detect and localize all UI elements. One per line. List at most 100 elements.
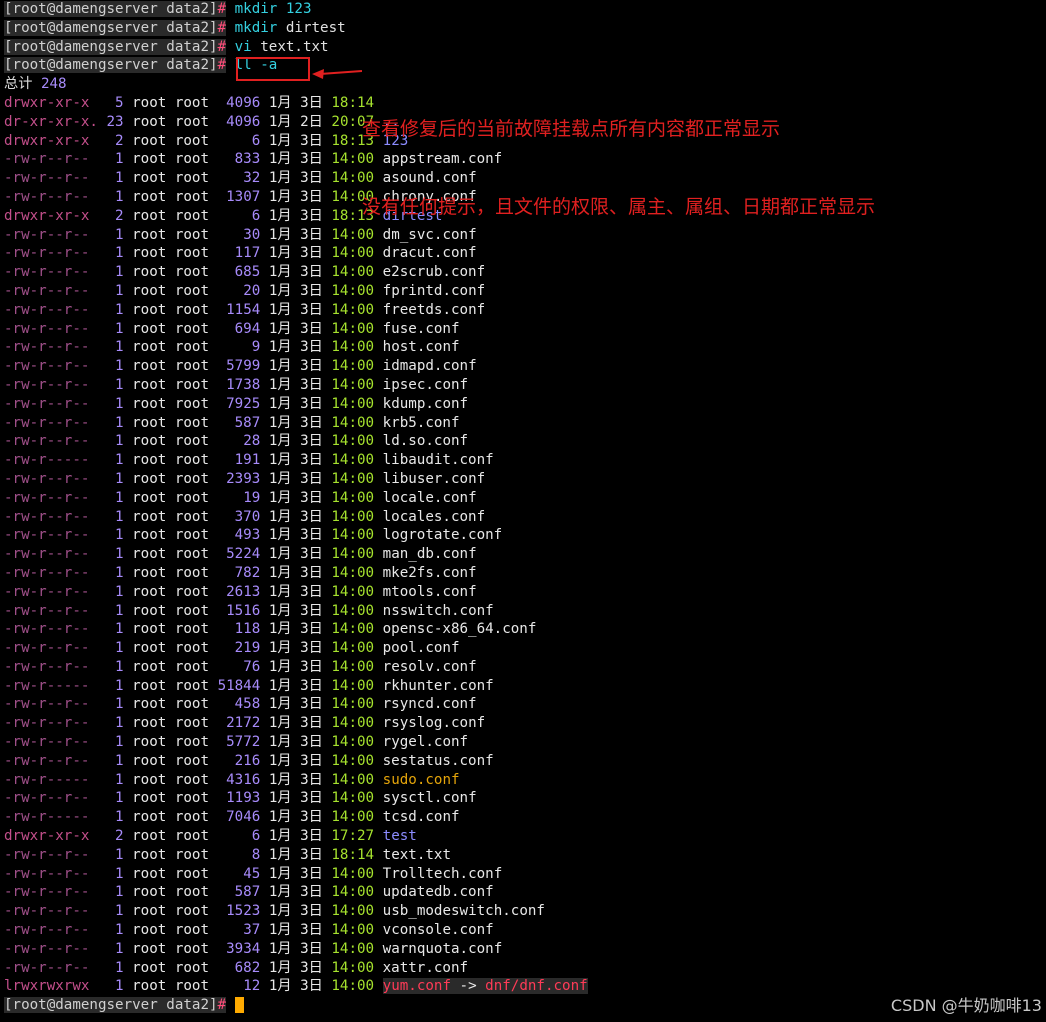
listing-row: -rw-r--r-- 1 root root 219 1月 3日 14:00 p… [4, 639, 1042, 658]
owner-group: root root [132, 809, 210, 826]
listing-row: -rw-r----- 1 root root 7046 1月 3日 14:00 … [4, 808, 1042, 827]
date-day: 3日 [300, 320, 323, 337]
command-name: mkdir [226, 1, 278, 17]
file-name: locale.conf [382, 489, 477, 506]
mod-time: 14:00 [331, 884, 375, 901]
mod-time: 14:00 [331, 734, 375, 751]
total-label: 总计 [4, 76, 33, 93]
owner-group: root root [132, 452, 210, 469]
date-month: 1月 [268, 339, 292, 356]
date-day: 3日 [300, 527, 323, 544]
file-name: locales.conf [382, 508, 486, 525]
owner-group: root root [132, 433, 210, 450]
file-size: 6 [251, 132, 261, 149]
permissions: -rw-r--r-- [4, 602, 90, 619]
prompt-hash: # [217, 38, 227, 55]
date-month: 1月 [268, 884, 292, 901]
listing-row: -rw-r--r-- 1 root root 3934 1月 3日 14:00 … [4, 940, 1042, 959]
file-size: 1154 [226, 301, 261, 318]
owner-group: root root [132, 94, 210, 111]
permissions: -rw-r--r-- [4, 282, 90, 299]
date-day: 3日 [300, 264, 323, 281]
date-month: 1月 [268, 170, 292, 187]
file-name: ipsec.conf [382, 376, 469, 393]
file-size: 51844 [217, 677, 261, 694]
permissions: -rw-r--r-- [4, 884, 90, 901]
owner-group: root root [132, 414, 210, 431]
link-count: 1 [115, 546, 124, 563]
link-count: 2 [115, 207, 124, 224]
file-name: dracut.conf [382, 245, 477, 262]
permissions: -rw-r--r-- [4, 489, 90, 506]
date-day: 3日 [300, 207, 323, 224]
owner-group: root root [132, 734, 210, 751]
file-name: yum.conf [382, 978, 451, 995]
mod-time: 14:00 [331, 414, 375, 431]
file-name: rsyncd.conf [382, 696, 477, 713]
permissions: -rw-r--r-- [4, 865, 90, 882]
link-count: 1 [115, 320, 124, 337]
file-name: fprintd.conf [382, 282, 486, 299]
link-count: 1 [115, 640, 124, 657]
file-name: krb5.conf [382, 414, 460, 431]
date-month: 1月 [268, 940, 292, 957]
date-day: 3日 [300, 846, 323, 863]
file-name: rsyslog.conf [382, 715, 486, 732]
listing-row: -rw-r--r-- 1 root root 45 1月 3日 14:00 Tr… [4, 865, 1042, 884]
mod-time: 14:00 [331, 339, 375, 356]
symlink-arrow: -> [451, 978, 486, 995]
link-count: 1 [115, 884, 124, 901]
listing-row: -rw-r--r-- 1 root root 19 1月 3日 14:00 lo… [4, 489, 1042, 508]
mod-time: 14:00 [331, 564, 375, 581]
owner-group: root root [132, 470, 210, 487]
file-size: 682 [234, 959, 261, 976]
owner-group: root root [132, 771, 210, 788]
listing-row: -rw-r--r-- 1 root root 5772 1月 3日 14:00 … [4, 733, 1042, 752]
mod-time: 14:00 [331, 527, 375, 544]
mod-time: 14:00 [331, 264, 375, 281]
permissions: -rw-r--r-- [4, 790, 90, 807]
prompt-line: [root@damengserver data2]# mkdir 123 [4, 0, 1042, 19]
